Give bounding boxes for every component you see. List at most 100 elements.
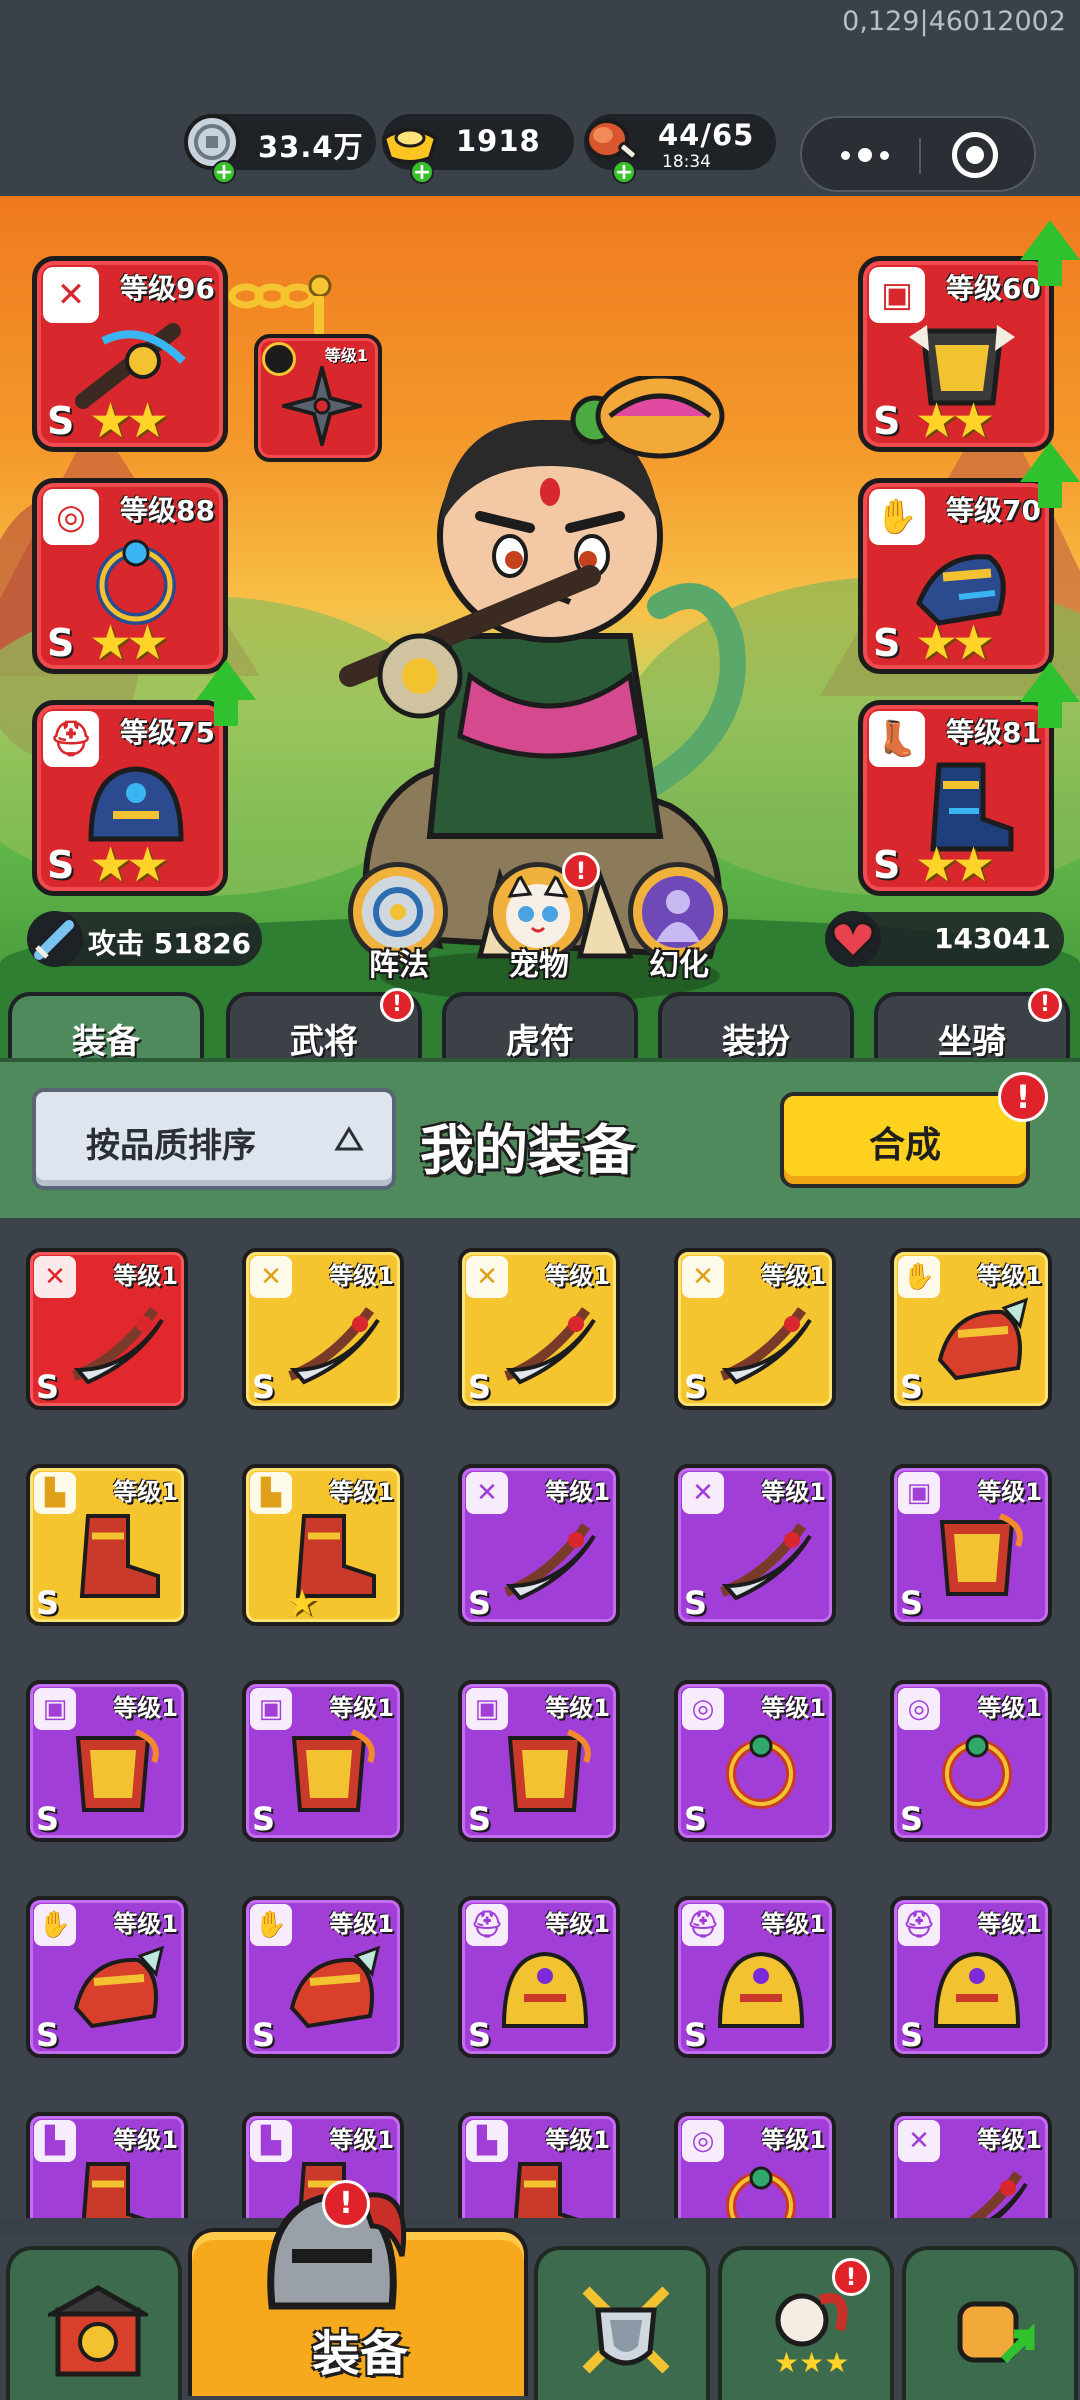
inventory-item[interactable]: ◎ 等级1 S — [674, 1680, 836, 1842]
nav-home[interactable] — [6, 2246, 182, 2400]
item-level: 等级1 — [761, 1694, 826, 1722]
glove-art-icon — [937, 1297, 1029, 1381]
bottom-nav: 装备 ! ★★★ ! — [0, 2180, 1080, 2400]
slot-stars: ★★ — [89, 837, 169, 893]
boot-art-icon — [513, 2162, 579, 2218]
item-grade: S — [900, 1584, 924, 1622]
item-grade: S — [684, 1368, 708, 1406]
inventory-item[interactable]: ▣ 等级1 S — [890, 1464, 1052, 1626]
attack-value: 攻击 51826 — [88, 927, 252, 960]
inventory-item[interactable]: ✕ 等级1 S — [674, 1464, 836, 1626]
tab-label: 虎符 — [506, 1022, 574, 1062]
tab-label: 武将 — [290, 1022, 358, 1062]
item-grade: S — [468, 1584, 492, 1622]
inventory-grid: ✕ 等级1 S ✕ 等级1 S ✕ 等级1 S ✕ 等级1 S ✋ 等级1 S ▙ 等级1 S ▙ 等级1 ★ ✕ 等级1 S… — [0, 1218, 1080, 2218]
ring-art-icon — [942, 1734, 1012, 1809]
item-grade: S — [684, 2016, 708, 2054]
inventory-item[interactable]: ▙ 等级1 — [26, 2112, 188, 2218]
item-level: 等级1 — [113, 2126, 178, 2154]
slot-grade: S — [873, 399, 901, 443]
nav-upgrade[interactable] — [902, 2246, 1078, 2400]
armor-art-icon — [939, 1513, 1023, 1596]
equipment-panel-header: 按品质排序 我的装备 合成 ! — [0, 1058, 1080, 1218]
more-dots-icon[interactable] — [830, 134, 900, 176]
inventory-item[interactable]: ✕ 等级1 S — [458, 1248, 620, 1410]
inventory-item[interactable]: ✋ 等级1 S — [890, 1248, 1052, 1410]
target-close-icon[interactable] — [952, 132, 998, 178]
armor-art-icon — [75, 1729, 159, 1812]
item-grade: S — [684, 1584, 708, 1622]
ring-art-icon — [726, 1734, 796, 1809]
ring-art-icon — [726, 2166, 796, 2218]
hp-value: 143041 — [934, 922, 1051, 955]
item-grade: S — [252, 1800, 276, 1838]
inventory-item[interactable]: ✕ 等级1 S — [458, 1464, 620, 1626]
shuriken-level: 等级1 — [324, 346, 368, 365]
inventory-item[interactable]: ▣ 等级1 S — [26, 1680, 188, 1842]
upgrade-arrow-icon — [1020, 442, 1080, 512]
inventory-item[interactable]: ◎ 等级1 S — [890, 1680, 1052, 1842]
stamina-counter[interactable]: 44/65 18:34 + — [584, 114, 776, 184]
slot-level: 等级96 — [120, 272, 215, 305]
inventory-item[interactable]: ⛑ 等级1 S — [458, 1896, 620, 2058]
pet-button[interactable]: 宠物 ! — [484, 852, 600, 983]
add-gold-button[interactable]: + — [410, 160, 434, 184]
sword-art-icon — [720, 1523, 812, 1601]
fist-upgrade-icon — [957, 2301, 1035, 2364]
sort-by-quality-dropdown[interactable]: 按品质排序 — [32, 1088, 396, 1190]
slot-grade: S — [873, 843, 901, 887]
coin-counter[interactable]: 33.4万 + — [184, 114, 376, 184]
merge-button[interactable]: 合成 ! — [780, 1072, 1048, 1188]
inventory-item[interactable]: ✋ 等级1 S — [242, 1896, 404, 2058]
item-grade: S — [252, 1368, 276, 1406]
nav-equipment-label: 装备 — [312, 2326, 409, 2382]
inventory-item[interactable]: ⛑ 等级1 S — [674, 1896, 836, 2058]
inventory-item[interactable]: ▙ 等级1 S — [26, 1464, 188, 1626]
add-coin-button[interactable]: + — [212, 160, 236, 184]
item-level: 等级1 — [977, 1910, 1042, 1938]
formation-button[interactable]: 阵法 — [344, 858, 454, 983]
item-level: 等级1 — [329, 1262, 394, 1290]
transform-button[interactable]: 幻化 — [624, 858, 734, 983]
inventory-item[interactable]: ▙ 等级1 — [458, 2112, 620, 2218]
heart-icon — [822, 908, 884, 970]
helmet-art-icon — [717, 1951, 805, 2028]
slot-stars: ★★ — [89, 615, 169, 671]
item-grade: S — [36, 1368, 60, 1406]
inventory-item[interactable]: ▣ 等级1 S — [458, 1680, 620, 1842]
gold-value: 1918 — [456, 124, 541, 158]
item-level: 等级1 — [977, 1478, 1042, 1506]
equip-slot-weapon[interactable]: ✕ 等级96 S ★★ — [32, 256, 228, 452]
boot-art-icon — [81, 2162, 147, 2218]
mini-program-capsule — [800, 116, 1036, 192]
inventory-item[interactable]: ✋ 等级1 S — [26, 1896, 188, 2058]
item-level: 等级1 — [761, 1478, 826, 1506]
add-stamina-button[interactable]: + — [612, 160, 636, 184]
capsule-divider — [919, 138, 921, 174]
svg-text:★★★: ★★★ — [774, 2346, 849, 2379]
inventory-item[interactable]: ✕ 等级1 S — [26, 1248, 188, 1410]
item-level: 等级1 — [113, 1910, 178, 1938]
inventory-item[interactable]: ✕ 等级1 — [890, 2112, 1052, 2218]
slot-stars: ★★ — [89, 393, 169, 449]
inventory-item[interactable]: ▙ 等级1 ★ — [242, 1464, 404, 1626]
slot-grade: S — [47, 399, 75, 443]
gold-counter[interactable]: 1918 + — [381, 114, 574, 184]
nav-heroes[interactable]: ★★★ ! — [718, 2246, 894, 2400]
nav-equipment[interactable]: 装备 ! — [188, 2180, 528, 2396]
item-grade: S — [36, 2016, 60, 2054]
upgrade-arrow-icon — [196, 660, 256, 730]
equip-slot-ring[interactable]: ◎ 等级88 S ★★ — [32, 478, 228, 674]
item-level: 等级1 — [761, 1910, 826, 1938]
crossed-swords-shield-icon — [582, 2286, 670, 2374]
inventory-item[interactable]: ⛑ 等级1 S — [890, 1896, 1052, 2058]
merge-alert-badge: ! — [998, 1072, 1048, 1122]
inventory-item[interactable]: ◎ 等级1 — [674, 2112, 836, 2218]
slot-grade: S — [873, 621, 901, 665]
nav-battle[interactable] — [534, 2246, 710, 2400]
inventory-item[interactable]: ✕ 等级1 S — [242, 1248, 404, 1410]
inventory-item[interactable]: ▣ 等级1 S — [242, 1680, 404, 1842]
item-level: 等级1 — [977, 1694, 1042, 1722]
inventory-item[interactable]: ✕ 等级1 S — [674, 1248, 836, 1410]
sort-label: 按品质排序 — [86, 1126, 256, 1166]
